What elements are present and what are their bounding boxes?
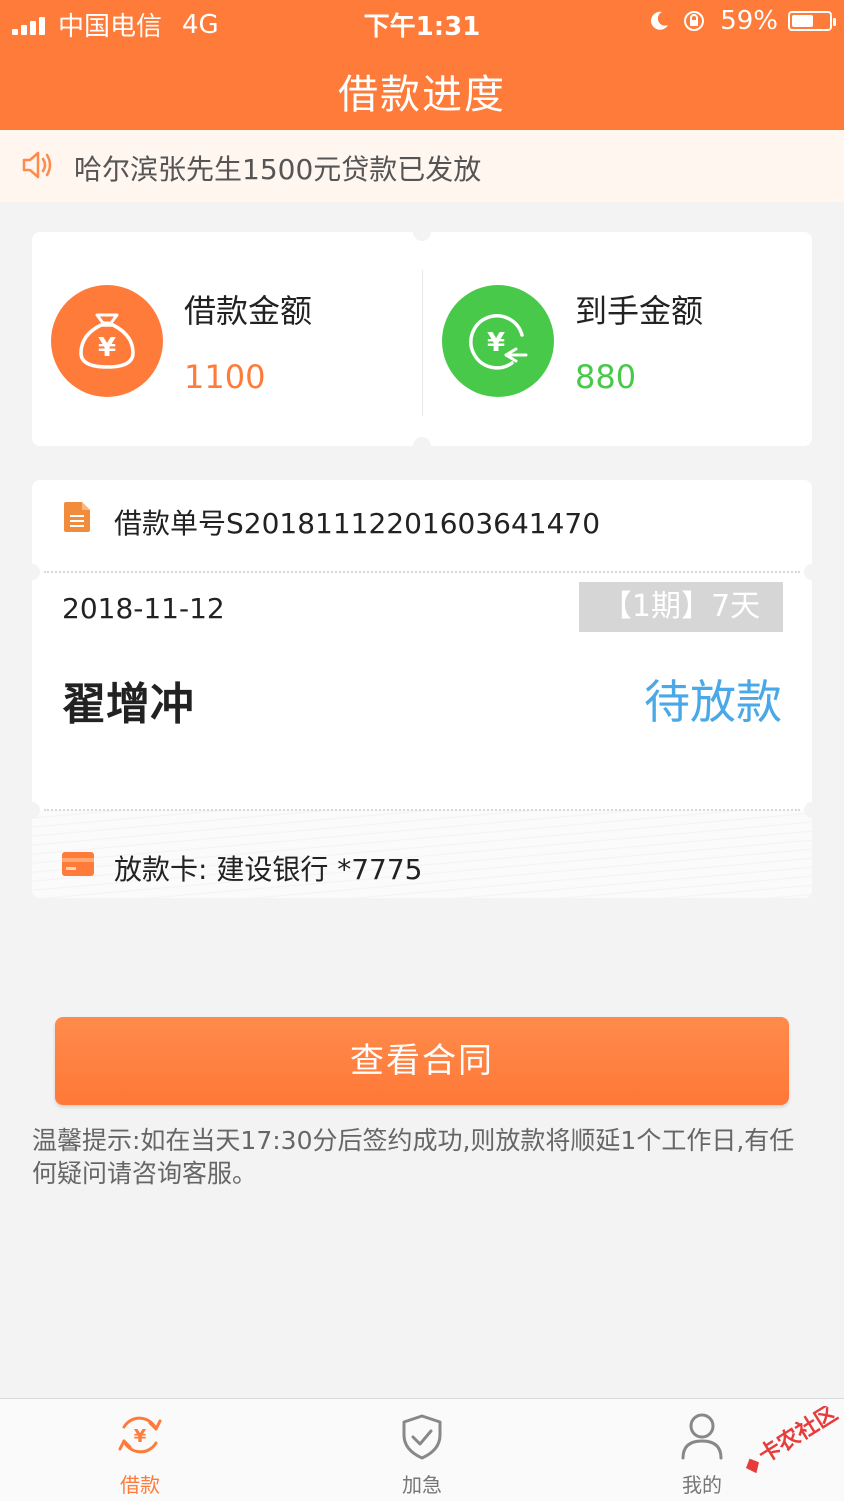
- card-notch-bottom: [413, 437, 431, 455]
- view-contract-button[interactable]: 查看合同: [55, 1017, 789, 1105]
- rotation-lock-icon: [684, 11, 705, 31]
- left-notch: [32, 564, 40, 580]
- notice-bar: 哈尔滨张先生1500元贷款已发放: [0, 130, 844, 202]
- status-right: 59%: [648, 6, 836, 36]
- card-notch-top: [413, 223, 431, 241]
- amount-card: ¥ 借款金额 1100 ¥ 到手金额 880: [32, 223, 812, 455]
- moon-icon: [651, 11, 669, 30]
- period-badge: 【1期】7天: [579, 582, 783, 632]
- svg-text:¥: ¥: [134, 1426, 147, 1447]
- payout-card-text: 放款卡: 建设银行 *7775: [114, 853, 423, 886]
- shield-check-icon: [402, 1414, 442, 1460]
- tip-text: 温馨提示:如在当天17:30分后签约成功,则放款将顺延1个工作日,有任何疑问请咨…: [32, 1126, 795, 1188]
- page-title: 借款进度: [338, 72, 506, 118]
- battery-percent: 59%: [720, 6, 778, 36]
- notice-text: 哈尔滨张先生1500元贷款已发放: [74, 153, 482, 186]
- order-card: 借款单号S20181112201603641470 2018-11-12 【1期…: [32, 480, 812, 898]
- nav-item-loan[interactable]: ¥ 借款: [80, 1399, 200, 1501]
- order-number: 借款单号S20181112201603641470: [114, 507, 601, 540]
- loan-date: 2018-11-12: [62, 592, 225, 625]
- status-bar: 中国电信 4G 下午1:31 59%: [0, 0, 844, 44]
- person-icon: [681, 1413, 723, 1460]
- svg-text:¥: ¥: [487, 328, 505, 358]
- watermark-text: 卡农社区: [754, 1406, 842, 1469]
- speaker-icon: [22, 151, 52, 179]
- battery-fill: [792, 15, 813, 27]
- received-amount-badge: ¥: [442, 285, 554, 397]
- dotted-separator: [44, 571, 800, 573]
- received-amount-value: 880: [575, 358, 637, 396]
- bottom-nav: ¥ 借款 加急 我的: [0, 1398, 844, 1501]
- battery-icon: [788, 11, 836, 31]
- yuan-cycle-icon: ¥: [469, 314, 528, 370]
- received-amount-label: 到手金额: [575, 292, 704, 330]
- header-bar: 中国电信 4G 下午1:31 59% 借款进度: [0, 0, 844, 130]
- nav-label-urgent: 加急: [402, 1473, 442, 1497]
- loan-status: 待放款: [644, 675, 782, 729]
- loan-amount-value: 1100: [184, 358, 266, 396]
- document-icon: [64, 502, 90, 532]
- loan-amount-label: 借款金额: [184, 292, 313, 330]
- svg-text:¥: ¥: [98, 333, 116, 363]
- dotted-separator-bottom: [44, 809, 800, 811]
- watermark-logo: 卡农社区: [746, 1406, 842, 1474]
- bank-card-icon: [62, 852, 94, 876]
- nav-label-loan: 借款: [120, 1473, 160, 1497]
- borrower-name: 翟增冲: [62, 679, 194, 730]
- right-notch: [804, 564, 812, 580]
- loan-amount-badge: ¥: [51, 285, 163, 397]
- yuan-refresh-icon: ¥: [118, 1416, 162, 1454]
- nav-item-urgent[interactable]: 加急: [362, 1399, 482, 1501]
- money-bag-icon: ¥: [79, 313, 135, 369]
- amount-divider: [422, 270, 423, 416]
